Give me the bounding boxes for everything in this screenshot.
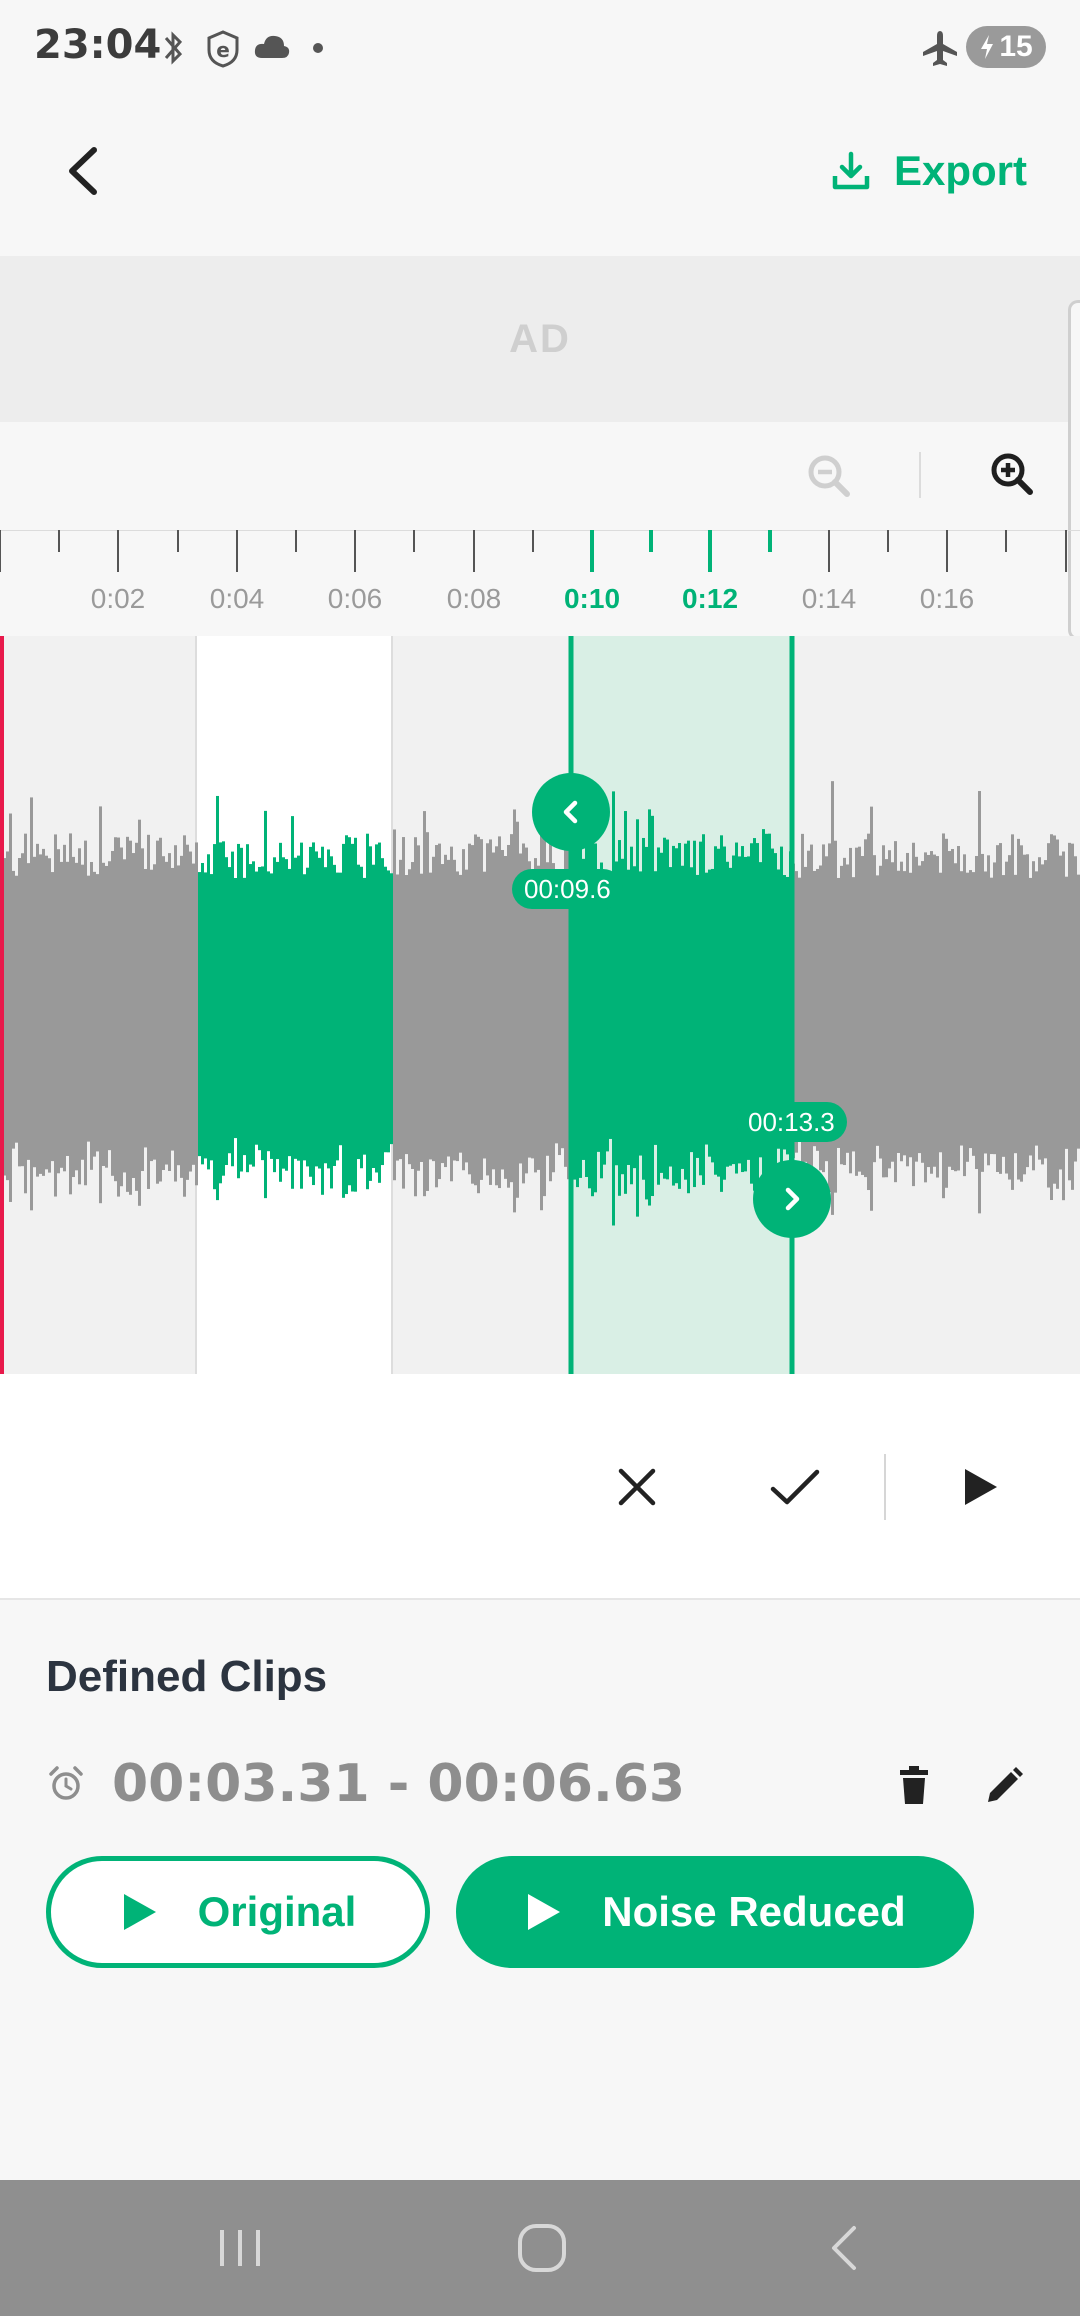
cloud-icon [254, 35, 290, 58]
zoom-in-icon[interactable] [988, 450, 1036, 498]
pencil-icon[interactable] [982, 1764, 1026, 1808]
home-icon[interactable] [512, 2218, 572, 2278]
original-label: Original [197, 1888, 357, 1935]
ruler-tick-label: 0:02 [91, 583, 146, 614]
dot-icon [313, 43, 323, 53]
noise-reduced-label: Noise Reduced [602, 1888, 906, 1935]
bluetooth-icon [164, 31, 183, 65]
selection-start-time: 00:09.6 [512, 869, 623, 909]
battery-indicator: 15 [966, 26, 1046, 68]
play-noise-reduced-button[interactable]: Noise Reduced [456, 1856, 974, 1968]
confirm-selection-button[interactable] [760, 1452, 830, 1522]
ad-label: AD [509, 316, 571, 361]
waveform-canvas[interactable] [0, 636, 1080, 1374]
status-bar: 23:04 e 15 [0, 0, 1080, 96]
waveform-editor[interactable]: 00:09.6 00:13.3 [0, 636, 1080, 1374]
clip-time-range: 00:03.31 - 00:06.63 [112, 1754, 686, 1814]
ruler-tick-label: 0:06 [328, 583, 383, 614]
app-header: Export [0, 96, 1080, 256]
trash-icon[interactable] [894, 1764, 934, 1808]
cancel-selection-button[interactable] [602, 1452, 672, 1522]
download-icon [832, 151, 870, 190]
selection-end-time: 00:13.3 [736, 1102, 847, 1142]
ruler-tick-label: 0:08 [447, 583, 502, 614]
play-icon [528, 1894, 561, 1930]
defined-clips-panel: Defined Clips 00:03.31 - 00:06.63 Origin… [0, 1600, 1080, 2180]
status-time: 23:04 [34, 22, 162, 68]
ad-banner[interactable]: AD [0, 256, 1080, 422]
play-icon [123, 1894, 156, 1930]
ruler-tick-label: 0:14 [802, 583, 857, 614]
alarm-clock-icon [49, 1766, 83, 1800]
vpn-icon: e [207, 30, 239, 68]
selection-end-handle[interactable] [753, 1160, 831, 1238]
action-divider [884, 1454, 886, 1520]
defined-clips-title: Defined Clips [46, 1652, 328, 1701]
airplane-icon [923, 31, 957, 66]
selection-start-handle[interactable] [532, 773, 610, 851]
battery-charging-icon [981, 35, 994, 59]
export-button[interactable]: Export [830, 136, 1027, 206]
close-icon [618, 1468, 656, 1506]
selection-action-bar [0, 1374, 1080, 1600]
chevron-left-icon [563, 800, 578, 824]
play-icon [965, 1469, 997, 1505]
battery-level: 15 [999, 30, 1033, 63]
system-nav-bar [0, 2180, 1080, 2316]
chevron-right-icon [785, 1187, 800, 1211]
timeline-ruler[interactable]: 0:02 0:04 0:06 0:08 0:10 0:12 0:14 0:16 [0, 530, 1080, 636]
chevron-left-icon[interactable] [50, 136, 120, 206]
ruler-tick-label: 0:12 [682, 583, 738, 614]
zoom-out-icon[interactable] [805, 452, 853, 500]
play-original-button[interactable]: Original [46, 1856, 430, 1968]
ruler-tick-label: 0:10 [564, 583, 620, 614]
zoom-divider [919, 452, 921, 498]
ruler-tick-label: 0:04 [210, 583, 265, 614]
export-label: Export [894, 147, 1028, 194]
recent-apps-icon[interactable] [210, 2218, 270, 2278]
waveform [0, 781, 1080, 1226]
ruler-tick-label: 0:16 [920, 583, 975, 614]
clip-item[interactable]: 00:03.31 - 00:06.63 [46, 1750, 1046, 1824]
check-icon [770, 1469, 820, 1505]
zoom-toolbar [0, 422, 1080, 530]
screen: 23:04 e 15 Export AD 0:02 0:04 0:06 0:08… [0, 0, 1080, 2316]
play-selection-button[interactable] [944, 1452, 1014, 1522]
svg-text:e: e [216, 38, 230, 62]
back-nav-icon[interactable] [816, 2218, 876, 2278]
